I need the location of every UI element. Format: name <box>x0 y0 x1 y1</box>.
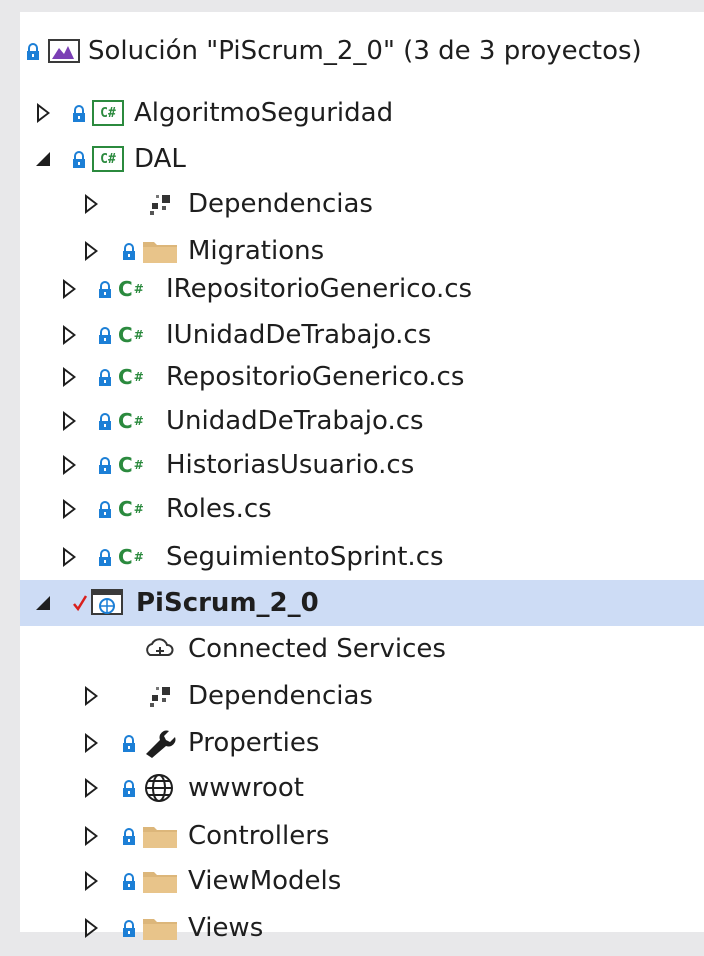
collapsed-arrow-icon[interactable] <box>60 366 78 388</box>
tree-row[interactable]: Properties <box>20 720 704 766</box>
globe-icon <box>145 774 173 802</box>
tree-row[interactable]: C # IUnidadDeTrabajo.cs <box>20 312 704 358</box>
lock-icon <box>26 41 42 61</box>
lock-icon <box>122 918 138 938</box>
collapsed-arrow-icon[interactable] <box>60 324 78 346</box>
collapsed-arrow-icon[interactable] <box>82 870 100 892</box>
tree-row[interactable]: PiScrum_2_0 <box>20 580 704 626</box>
tree-row[interactable]: Dependencias <box>20 181 704 227</box>
collapsed-arrow-icon[interactable] <box>60 410 78 432</box>
checkmark-icon <box>73 595 88 612</box>
tree-row[interactable]: Views <box>20 905 704 951</box>
tree-item-label: RepositorioGenerico.cs <box>166 362 465 392</box>
solution-icon-group <box>26 37 82 65</box>
collapsed-arrow-icon[interactable] <box>60 546 78 568</box>
wrench-icon <box>146 730 176 758</box>
tree-item-label: Properties <box>188 728 320 758</box>
expanded-arrow-icon[interactable] <box>34 148 52 170</box>
lock-icon <box>72 103 88 123</box>
tree-item-label: PiScrum_2_0 <box>136 588 319 618</box>
tree-row[interactable]: Connected Services <box>20 626 704 672</box>
csharp-file-icon: C # <box>118 277 144 301</box>
csharp-file-icon: C # <box>118 409 144 433</box>
solution-explorer-tree: Solución "PiScrum_2_0" (3 de 3 proyectos… <box>20 12 704 943</box>
lock-icon <box>98 411 114 431</box>
tree-item-label: Roles.cs <box>166 494 272 524</box>
collapsed-arrow-icon[interactable] <box>82 240 100 262</box>
expanded-arrow-icon[interactable] <box>34 592 52 614</box>
tree-item-label: Views <box>188 913 264 943</box>
tree-item-label: IUnidadDeTrabajo.cs <box>166 320 432 350</box>
lock-icon <box>122 826 138 846</box>
tree-row[interactable]: wwwroot <box>20 765 704 811</box>
tree-item-label: wwwroot <box>188 773 304 803</box>
tree-item-label: UnidadDeTrabajo.cs <box>166 406 424 436</box>
collapsed-arrow-icon[interactable] <box>82 193 100 215</box>
csharp-file-icon: C # <box>118 497 144 521</box>
csharp-project-icon: C# <box>92 146 124 172</box>
lock-icon <box>122 871 138 891</box>
visual-studio-solution-icon <box>48 39 80 63</box>
tree-item-label: ViewModels <box>188 866 342 896</box>
csharp-file-icon: C # <box>118 545 144 569</box>
lock-icon <box>98 279 114 299</box>
lock-icon <box>122 778 138 798</box>
lock-icon <box>98 499 114 519</box>
dependencies-icon <box>150 195 170 215</box>
tree-item-label: SeguimientoSprint.cs <box>166 542 444 572</box>
collapsed-arrow-icon[interactable] <box>82 732 100 754</box>
tree-row[interactable]: C # HistoriasUsuario.cs <box>20 442 704 488</box>
dependencies-icon <box>150 687 170 707</box>
folder-icon <box>143 827 177 848</box>
lock-icon <box>98 455 114 475</box>
tree-item-label: Connected Services <box>188 634 446 664</box>
csharp-file-icon: C # <box>118 323 144 347</box>
collapsed-arrow-icon[interactable] <box>82 825 100 847</box>
folder-icon <box>143 872 177 893</box>
lock-icon <box>72 149 88 169</box>
tree-row[interactable]: C # SeguimientoSprint.cs <box>20 534 704 580</box>
tree-item-label: AlgoritmoSeguridad <box>134 98 394 128</box>
tree-row[interactable]: C # UnidadDeTrabajo.cs <box>20 398 704 444</box>
tree-item-label: Migrations <box>188 236 325 266</box>
tree-item-label: HistoriasUsuario.cs <box>166 450 415 480</box>
tree-row[interactable]: Dependencias <box>20 673 704 719</box>
tree-row[interactable]: C # RepositorioGenerico.cs <box>20 354 704 400</box>
collapsed-arrow-icon[interactable] <box>82 777 100 799</box>
tree-item-label: IRepositorioGenerico.cs <box>166 274 473 304</box>
tree-row[interactable]: C # Roles.cs <box>20 486 704 532</box>
collapsed-arrow-icon[interactable] <box>82 685 100 707</box>
collapsed-arrow-icon[interactable] <box>60 454 78 476</box>
tree-item-label: Dependencias <box>188 681 373 711</box>
collapsed-arrow-icon[interactable] <box>34 102 52 124</box>
lock-icon <box>98 325 114 345</box>
tree-item-label: DAL <box>134 144 186 174</box>
solution-label: Solución "PiScrum_2_0" (3 de 3 proyectos… <box>88 36 642 66</box>
tree-row[interactable]: C # IRepositorioGenerico.cs <box>20 266 704 312</box>
tree-row-solution[interactable]: Solución "PiScrum_2_0" (3 de 3 proyectos… <box>20 28 704 74</box>
csharp-file-icon: C # <box>118 453 144 477</box>
folder-icon <box>143 242 177 263</box>
tree-row[interactable]: ViewModels <box>20 858 704 904</box>
tree-item-label: Dependencias <box>188 189 373 219</box>
lock-icon <box>98 367 114 387</box>
csharp-file-icon: C # <box>118 365 144 389</box>
csharp-project-icon: C# <box>92 100 124 126</box>
lock-icon <box>98 547 114 567</box>
collapsed-arrow-icon[interactable] <box>60 498 78 520</box>
tree-row[interactable]: Controllers <box>20 813 704 859</box>
tree-row[interactable]: C# AlgoritmoSeguridad <box>20 90 704 136</box>
lock-icon <box>122 241 138 261</box>
tree-item-label: Controllers <box>188 821 330 851</box>
lock-icon <box>122 733 138 753</box>
collapsed-arrow-icon[interactable] <box>60 278 78 300</box>
web-project-icon <box>91 589 123 615</box>
connected-services-icon <box>146 638 174 656</box>
collapsed-arrow-icon[interactable] <box>82 917 100 939</box>
folder-icon <box>143 919 177 940</box>
tree-row[interactable]: C# DAL <box>20 136 704 182</box>
